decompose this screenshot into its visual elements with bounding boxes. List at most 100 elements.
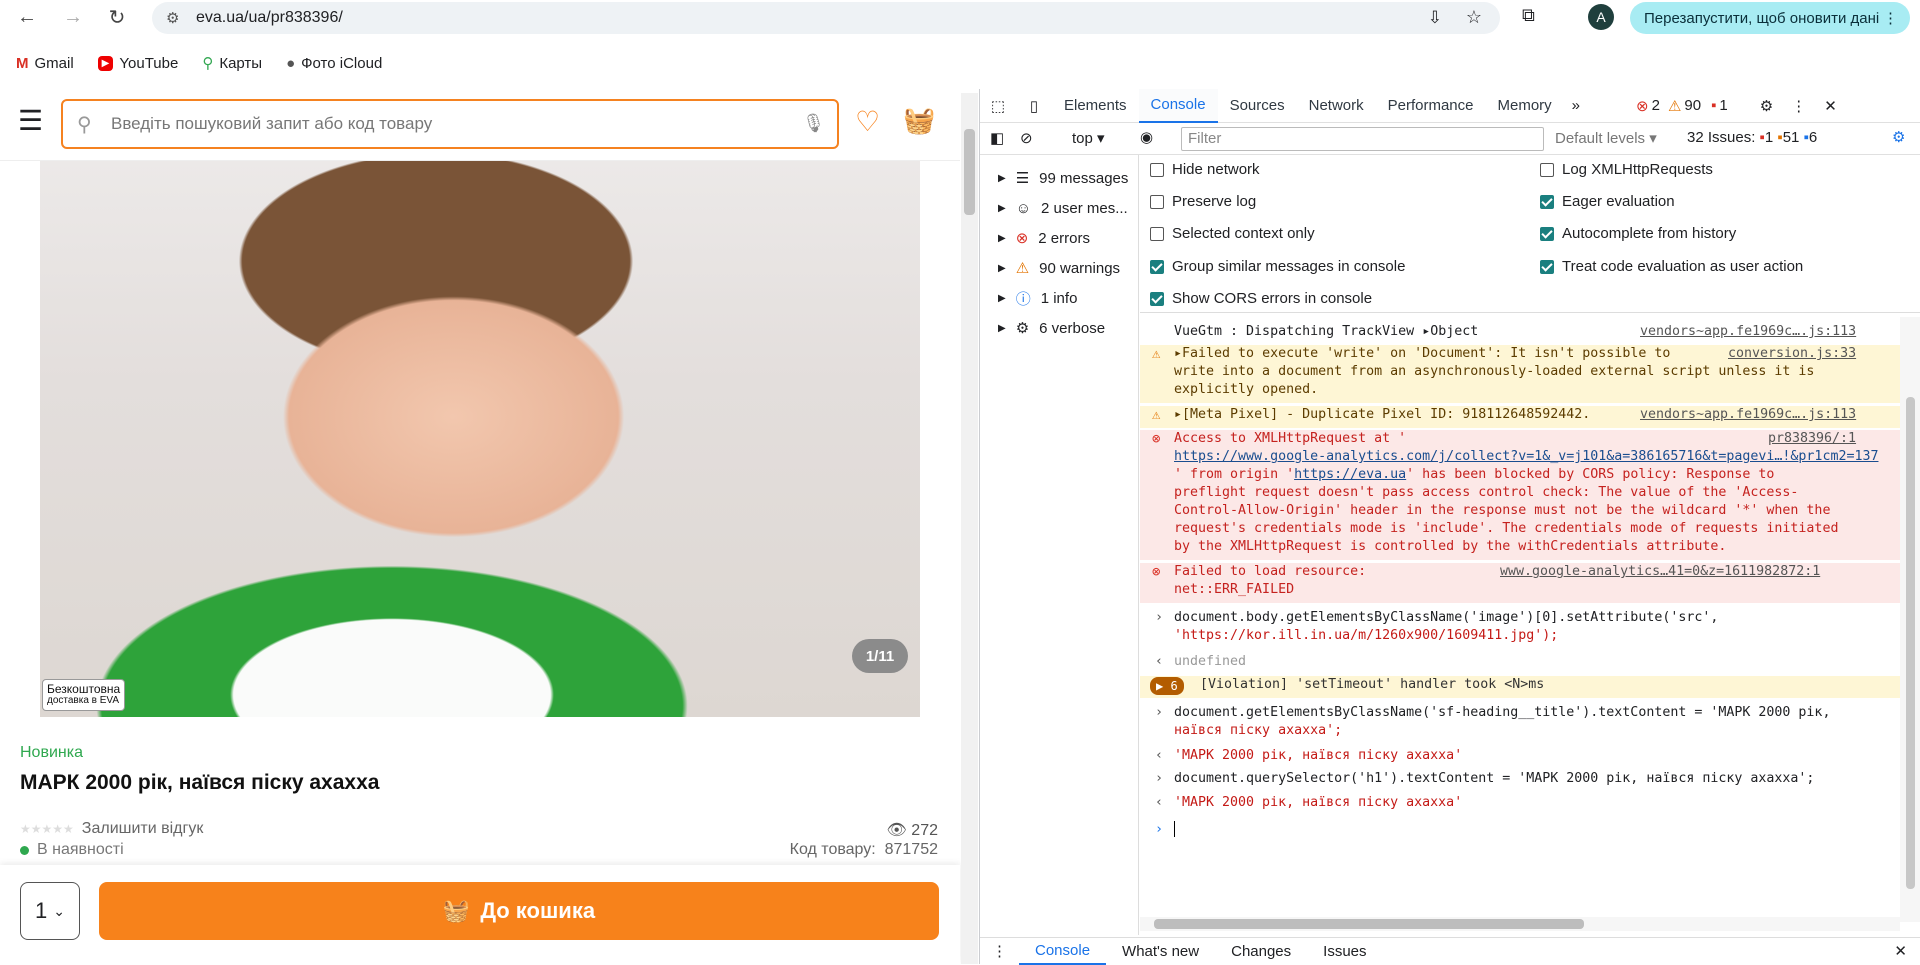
console-hscrollbar-thumb[interactable] [1154,919,1584,929]
source-link[interactable]: vendors~app.fe1969c….js:113 [1640,323,1856,341]
info-icon: ⓘ [1015,290,1031,308]
close-drawer-icon[interactable]: ✕ [1880,942,1920,960]
tab-performance[interactable]: Performance [1376,89,1486,123]
settings-gear-icon[interactable]: ⚙ [1760,97,1773,115]
forward-icon[interactable]: → [60,4,86,30]
drawer-tab-whats-new[interactable]: What's new [1106,938,1215,965]
bookmark-youtube[interactable]: ▶ YouTube [97,48,178,78]
more-tabs-icon[interactable]: » [1564,97,1588,114]
page-scrollbar-thumb[interactable] [964,129,975,215]
cart-icon[interactable]: 🧺 [903,105,935,136]
group-similar-checkbox[interactable]: Group similar messages in console [1150,258,1405,275]
cors-url-link[interactable]: https://www.google-analytics.com/j/colle… [1174,448,1892,466]
log-row[interactable]: VueGtm : Dispatching TrackView ▸Object v… [1140,323,1900,343]
apple-icon: ● [286,54,296,72]
sidebar-toggle-icon[interactable]: ◧ [990,129,1004,147]
microphone-icon[interactable]: 🎙 [802,113,825,134]
profile-avatar[interactable]: A [1588,4,1614,30]
bookmark-gmail[interactable]: M Gmail [16,48,74,78]
site-header: ☰ ⚲ Введіть пошуковий запит або код това… [0,93,960,161]
console-settings-icon[interactable]: ⚙ [1892,128,1905,146]
bookmark-maps[interactable]: ⚲ Карты [202,48,262,78]
page-scrollbar[interactable] [961,93,978,964]
bookmark-icloud[interactable]: ● Фото iCloud [286,48,382,78]
issue-count-icon[interactable]: ▪ [1711,97,1716,114]
console-scrollbar[interactable] [1900,317,1920,922]
show-cors-checkbox[interactable]: Show CORS errors in console [1150,290,1372,307]
hamburger-menu-icon[interactable]: ☰ [18,107,43,135]
sidebar-item-user-messages[interactable]: ▶ ☺ 2 user mes... [980,193,1139,223]
error-count-icon[interactable]: ⊗ [1636,97,1649,115]
source-link[interactable]: www.google-analytics…41=0&z=1611982872:1 [1500,563,1820,581]
url-text: eva.ua/ua/pr838396/ [196,9,343,26]
quantity-select[interactable]: 1 ⌄ [20,882,80,940]
console-hscrollbar[interactable] [1140,917,1900,931]
tab-memory[interactable]: Memory [1486,89,1564,123]
command-row[interactable]: › document.querySelector('h1').textConte… [1140,770,1900,790]
hide-network-checkbox[interactable]: Hide network [1150,161,1260,178]
error-row[interactable]: ⊗ Failed to load resource: net::ERR_FAIL… [1140,563,1900,603]
device-toolbar-icon[interactable]: ▯ [1016,97,1052,115]
drawer-tab-console[interactable]: Console [1019,938,1107,965]
selected-context-checkbox[interactable]: Selected context only [1150,225,1315,242]
source-link[interactable]: conversion.js:33 [1728,345,1856,363]
bookmark-star-icon[interactable]: ☆ [1466,7,1482,28]
address-bar[interactable]: ⚙ eva.ua/ua/pr838396/ ⇩ ☆ [152,2,1500,34]
command-row[interactable]: › document.body.getElementsByClassName('… [1140,609,1900,647]
sidebar-item-messages[interactable]: ▶ ☰ 99 messages [980,163,1139,193]
sidebar-item-info[interactable]: ▶ ⓘ 1 info [980,283,1139,313]
sidebar-item-errors[interactable]: ▶ ⊗ 2 errors [980,223,1139,253]
live-expression-eye-icon[interactable]: ◉ [1140,128,1153,146]
warning-count-icon[interactable]: ⚠ [1668,97,1681,115]
violation-row[interactable]: ▶ 6 [Violation] 'setTimeout' handler too… [1140,676,1900,698]
treat-eval-checkbox[interactable]: Treat code evaluation as user action [1540,258,1803,275]
reload-icon[interactable]: ↻ [104,4,130,30]
console-scrollbar-thumb[interactable] [1906,397,1915,889]
tab-network[interactable]: Network [1297,89,1376,123]
console-messages: VueGtm : Dispatching TrackView ▸Object v… [1140,317,1920,907]
tab-elements[interactable]: Elements [1052,89,1139,123]
site-info-icon[interactable]: ⚙ [166,9,179,27]
drawer-menu-icon[interactable]: ⋮ [980,942,1019,960]
install-icon[interactable]: ⇩ [1428,8,1442,28]
tab-console[interactable]: Console [1138,88,1218,123]
close-devtools-icon[interactable]: ✕ [1824,97,1837,115]
console-input[interactable]: › [1140,821,1900,841]
issues-counter[interactable]: 32 Issues: ▪1 ▪51 ▪6 [1687,129,1817,146]
add-to-cart-button[interactable]: 🧺 До кошика [99,882,939,940]
preserve-log-checkbox[interactable]: Preserve log [1150,193,1256,210]
clear-console-icon[interactable]: ⊘ [1020,129,1033,147]
heart-icon[interactable]: ♡ [855,105,880,138]
error-row[interactable]: ⊗ Access to XMLHttpRequest at ' https://… [1140,430,1900,560]
sidebar-item-warnings[interactable]: ▶ ⚠ 90 warnings [980,253,1139,283]
warning-row[interactable]: ⚠ ▸[Meta Pixel] - Duplicate Pixel ID: 91… [1140,406,1900,428]
drawer-tab-issues[interactable]: Issues [1307,938,1382,965]
log-levels-dropdown[interactable]: Default levels ▾ [1555,129,1657,147]
source-link[interactable]: pr838396/:1 [1768,430,1856,448]
command-row[interactable]: › document.getElementsByClassName('sf-he… [1140,704,1900,742]
kebab-menu-icon[interactable]: ⋮ [1883,9,1898,27]
console-filter-input[interactable]: Filter [1181,127,1544,151]
tab-sources[interactable]: Sources [1218,89,1297,123]
relaunch-button[interactable]: Перезапустити, щоб оновити дані ⋮ [1630,2,1910,34]
source-link[interactable]: vendors~app.fe1969c….js:113 [1640,406,1856,424]
origin-link[interactable]: https://eva.ua [1294,467,1406,482]
leave-review-link[interactable]: Залишити відгук [82,820,204,838]
eager-evaluation-checkbox[interactable]: Eager evaluation [1540,193,1675,210]
warning-row[interactable]: ⚠ ▸Failed to execute 'write' on 'Documen… [1140,345,1900,403]
extensions-icon[interactable]: ⧉ [1522,5,1535,26]
sidebar-item-verbose[interactable]: ▶ ⚙ 6 verbose [980,313,1139,343]
bug-icon: ⚙ [1015,320,1030,337]
devtools-menu-icon[interactable]: ⋮ [1791,97,1806,115]
drawer-tab-changes[interactable]: Changes [1215,938,1307,965]
buy-bar: 1 ⌄ 🧺 До кошика [0,865,960,964]
context-selector[interactable]: top ▾ [1072,129,1105,147]
product-photo[interactable]: 1/11 Безкоштовна доставка в EVA [40,161,920,717]
warning-icon: ⚠ [1015,260,1030,277]
log-xhr-checkbox[interactable]: Log XMLHttpRequests [1540,161,1713,178]
youtube-icon: ▶ [97,55,114,71]
back-icon[interactable]: ← [14,4,40,30]
inspect-element-icon[interactable]: ⬚ [980,97,1016,115]
autocomplete-checkbox[interactable]: Autocomplete from history [1540,225,1736,242]
search-input[interactable]: ⚲ Введіть пошуковий запит або код товару… [61,99,839,149]
